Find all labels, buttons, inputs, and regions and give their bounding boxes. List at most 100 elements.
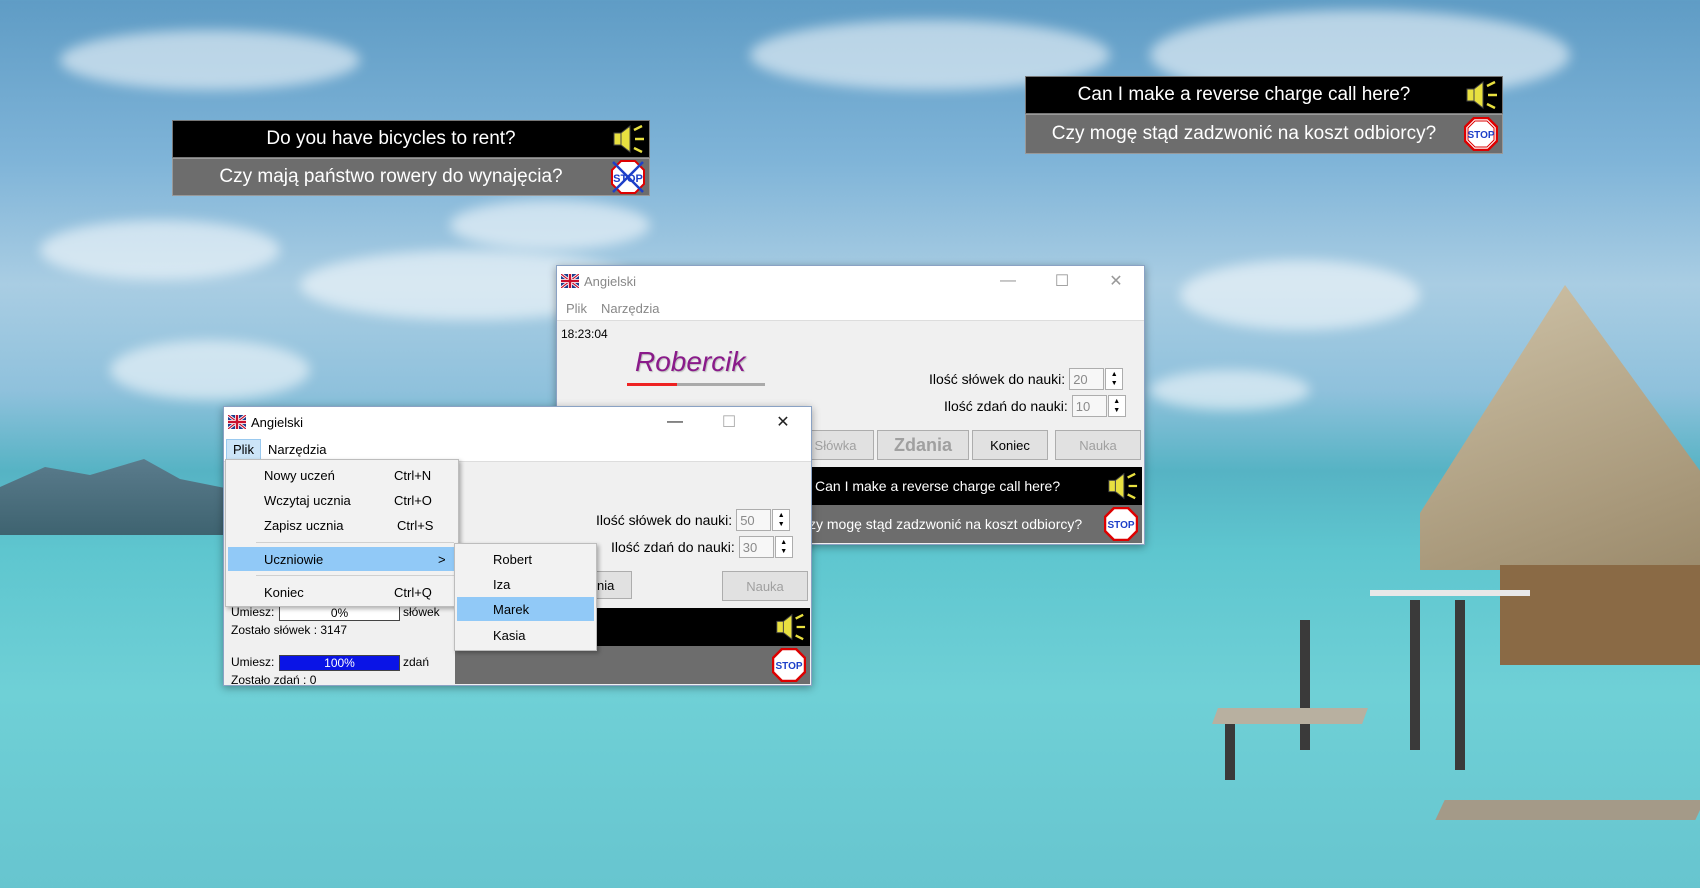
sentences-count-label: Ilość zdań do nauki: [611,539,735,555]
polish-text: zy mogę stąd zadzwonić na koszt odbiorcy… [809,516,1083,532]
polish-line: STOP [455,646,810,684]
knows-label: Umiesz: [231,655,275,669]
menu-plik[interactable]: Plik [226,438,261,460]
english-text: Can I make a reverse charge call here? [815,478,1061,494]
words-count-input[interactable]: 20 [1069,368,1105,390]
menu-item-new-student[interactable]: Nowy uczeń Ctrl+N [228,463,456,487]
sentences-unit: zdań [403,655,430,669]
menu-narzedzia[interactable]: Narzędzia [594,298,667,319]
uk-flag-icon [561,274,579,288]
window-title: Angielski [251,414,304,430]
student-name: Robercik [635,346,746,377]
hut-wall [1500,565,1700,665]
words-count-arrows[interactable]: ▲ ▼ [772,509,791,531]
stop-text: STOP [1107,520,1134,531]
student-name: Iza [493,576,511,592]
maximize-button[interactable]: ☐ [706,407,752,437]
sentences-count-arrows[interactable]: ▲ ▼ [774,536,793,558]
learn-button[interactable]: Nauka [1055,430,1141,460]
speaker-icon[interactable] [1464,78,1498,112]
stop-text: STOP [1467,130,1494,141]
end-button[interactable]: Koniec [972,430,1048,460]
learn-button[interactable]: Nauka [722,571,808,601]
menu-item-students[interactable]: Uczniowie > [228,547,456,571]
student-item-kasia[interactable]: Kasia [457,623,594,647]
minimize-button[interactable]: — [985,266,1031,296]
uk-flag-icon [228,415,246,429]
hut-roof [1420,285,1700,570]
sentences-left: Zostało zdań : 0 [231,673,317,687]
menu-item-label: Nowy uczeń [264,467,335,483]
sentences-count-spinner: Ilość zdań do nauki: 30 ▲ ▼ [611,536,793,558]
maximize-button[interactable]: ☐ [1039,266,1085,296]
english-line: Can I make a reverse charge call here? [1025,76,1503,114]
sentences-count-input[interactable]: 30 [738,536,774,558]
title-bar[interactable]: Angielski — ☐ ✕ [224,407,811,437]
stop-sign-crossed-icon[interactable]: STOP [611,160,645,194]
words-stats: Umiesz: 0% słówek Zostało słówek : 3147 [231,605,456,645]
polish-line: Czy mają państwo rowery do wynajęcia? ST… [172,158,650,196]
student-item-marek[interactable]: Marek [457,597,594,621]
title-bar[interactable]: Angielski — ☐ ✕ [557,266,1144,296]
polish-text: Czy mogę stąd zadzwonić na koszt odbiorc… [1051,123,1437,144]
english-line: Can I make a reverse charge call here? [807,467,1142,505]
words-count-spinner: Ilość słówek do nauki: 50 ▲ ▼ [596,509,791,531]
minimize-button[interactable]: — [652,407,698,437]
menu-item-shortcut: Ctrl+N [394,467,432,483]
menu-item-save-student[interactable]: Zapisz ucznia Ctrl+S [228,513,456,537]
sentences-count-arrows[interactable]: ▲ ▼ [1107,395,1126,417]
polish-text: Czy mają państwo rowery do wynajęcia? [219,166,563,187]
student-item-robert[interactable]: Robert [457,547,594,571]
words-count-arrows[interactable]: ▲ ▼ [1105,368,1124,390]
students-submenu: Robert Iza Marek Kasia [454,543,597,651]
stop-text: STOP [613,173,643,185]
words-count-input[interactable]: 50 [736,509,772,531]
sentences-stats: Umiesz: 100% zdań Zostało zdań : 0 [231,655,456,695]
english-text: Do you have bicycles to rent? [266,128,516,149]
speaker-icon[interactable] [774,611,806,643]
stop-sign-icon[interactable]: STOP [1464,117,1498,151]
menu-item-label: Koniec [264,584,304,600]
menu-narzedzia[interactable]: Narzędzia [261,439,334,460]
menu-item-exit[interactable]: Koniec Ctrl+Q [228,580,456,604]
menu-separator [256,542,454,543]
menu-item-load-student[interactable]: Wczytaj ucznia Ctrl+O [228,488,456,512]
sentences-count-spinner: Ilość zdań do nauki: 10 ▲ ▼ [944,395,1126,417]
menu-bar: Plik Narzędzia [557,296,1144,321]
student-name: Marek [493,601,530,617]
stop-sign-icon[interactable]: STOP [771,647,807,683]
file-menu-dropdown: Nowy uczeń Ctrl+N Wczytaj ucznia Ctrl+O … [225,459,459,607]
clock: 18:23:04 [561,327,608,341]
sentences-button[interactable]: Zdania [877,430,969,460]
window-title: Angielski [584,273,637,289]
stop-sign-icon[interactable]: STOP [1103,506,1139,542]
speaker-icon[interactable] [611,122,645,156]
sentences-count-label: Ilość zdań do nauki: [944,398,1068,414]
chevron-right-icon: > [438,551,446,567]
menu-item-label: Wczytaj ucznia [264,492,351,508]
sentences-progress-text: 100% [324,656,355,670]
words-left: Zostało słówek : 3147 [231,623,348,637]
menu-item-label: Zapisz ucznia [264,517,344,533]
words-count-label: Ilość słówek do nauki: [596,512,733,528]
polish-line: Czy mogę stąd zadzwonić na koszt odbiorc… [1025,114,1503,154]
speaker-icon[interactable] [1106,470,1138,502]
stop-text: STOP [775,661,802,672]
menu-item-label: Uczniowie [264,551,324,567]
menu-item-shortcut: Ctrl+S [397,517,434,533]
student-item-iza[interactable]: Iza [457,572,594,596]
knows-label: Umiesz: [231,605,275,619]
close-button[interactable]: ✕ [760,407,806,437]
english-line: Do you have bicycles to rent? [172,120,650,158]
words-count-label: Ilość słówek do nauki: [929,371,1066,387]
subtitle-box-bicycles: Do you have bicycles to rent? Czy mają p… [172,120,650,196]
menu-plik[interactable]: Plik [559,298,594,319]
menu-item-shortcut: Ctrl+O [394,492,432,508]
menu-separator [256,575,454,576]
sentences-progress-bar: 100% [279,655,400,671]
menu-item-shortcut: Ctrl+Q [394,584,432,600]
words-count-spinner: Ilość słówek do nauki: 20 ▲ ▼ [929,368,1124,390]
close-button[interactable]: ✕ [1093,266,1139,296]
student-name: Robert [493,551,533,567]
sentences-count-input[interactable]: 10 [1071,395,1107,417]
